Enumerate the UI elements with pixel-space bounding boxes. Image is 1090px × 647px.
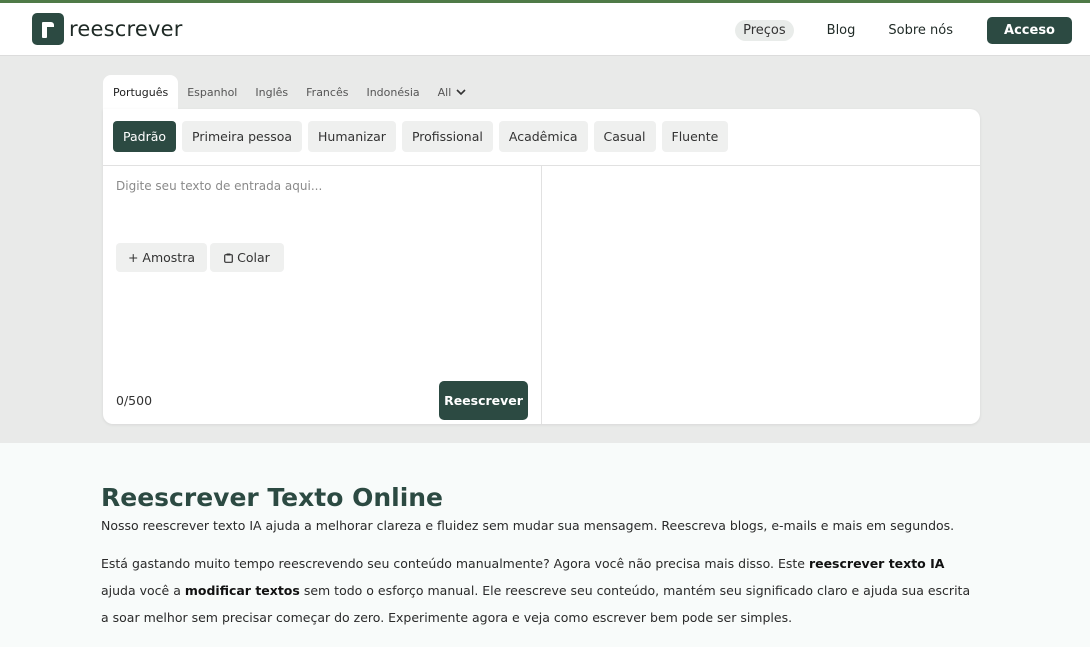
intro-paragraph: Está gastando muito tempo reescrevendo s… xyxy=(101,556,971,625)
main-nav: Preços Blog Sobre nós Acceso xyxy=(735,17,1072,44)
tab-language-espanhol[interactable]: Espanhol xyxy=(178,75,246,109)
nav-about[interactable]: Sobre nós xyxy=(888,23,953,38)
character-counter: 0/500 xyxy=(116,393,153,408)
mode-fluente[interactable]: Fluente xyxy=(661,121,729,152)
tab-language-indonesia[interactable]: Indonésia xyxy=(357,75,428,109)
tab-language-ingles[interactable]: Inglês xyxy=(246,75,297,109)
tab-language-frances[interactable]: Francês xyxy=(297,75,357,109)
login-button[interactable]: Acceso xyxy=(987,17,1072,44)
page-title: Reescrever Texto Online xyxy=(101,483,444,512)
mode-humanizar[interactable]: Humanizar xyxy=(308,121,396,152)
sample-button[interactable]: + Amostra xyxy=(116,243,207,272)
mode-casual[interactable]: Casual xyxy=(593,121,656,152)
language-tabs: Português Espanhol Inglês Francês Indoné… xyxy=(103,75,475,109)
language-all-label: All xyxy=(437,86,452,99)
clipboard-icon xyxy=(224,253,234,263)
mode-academica[interactable]: Acadêmica xyxy=(498,121,588,152)
lead-paragraph: Nosso reescrever texto IA ajuda a melhor… xyxy=(101,518,955,533)
language-all-dropdown[interactable]: All xyxy=(429,75,476,109)
mode-profissional[interactable]: Profissional xyxy=(401,121,493,152)
nav-pricing[interactable]: Preços xyxy=(735,20,794,41)
tab-language-portugues[interactable]: Português xyxy=(103,75,179,109)
nav-blog[interactable]: Blog xyxy=(827,23,856,38)
site-header: reescrever Preços Blog Sobre nós Acceso xyxy=(0,3,1090,56)
paste-label: Colar xyxy=(237,250,270,265)
rewrite-button[interactable]: Reescrever xyxy=(439,381,528,420)
bold-reescrever-texto-ia: reescrever texto IA xyxy=(808,556,945,571)
mode-padrao[interactable]: Padrão xyxy=(113,121,177,152)
chevron-down-icon xyxy=(456,75,466,111)
logo-mark-icon xyxy=(32,13,64,45)
logo-text: reescrever xyxy=(69,17,183,41)
rewrite-tool-card: Padrão Primeira pessoa Humanizar Profiss… xyxy=(103,109,980,424)
logo[interactable]: reescrever xyxy=(32,13,183,45)
output-area xyxy=(542,166,980,424)
paste-button[interactable]: Colar xyxy=(210,243,284,272)
article-section: Reescrever Texto Online Nosso reescrever… xyxy=(101,482,981,631)
mode-selector: Padrão Primeira pessoa Humanizar Profiss… xyxy=(113,121,734,152)
text-input[interactable]: Digite seu texto de entrada aqui... xyxy=(116,179,322,193)
bold-modificar-textos: modificar textos xyxy=(184,583,300,598)
mode-primeira-pessoa[interactable]: Primeira pessoa xyxy=(182,121,303,152)
